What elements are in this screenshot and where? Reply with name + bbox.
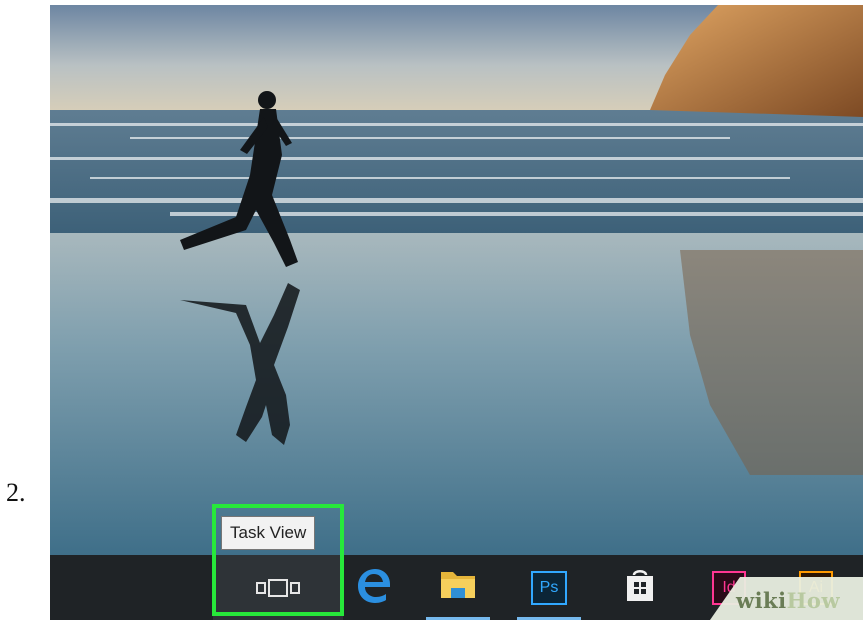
task-view-button[interactable] <box>213 555 343 620</box>
task-view-tooltip: Task View <box>221 516 316 550</box>
task-view-icon <box>256 578 300 598</box>
edge-icon <box>356 567 392 608</box>
step-number: 2. <box>6 478 26 507</box>
store-icon <box>624 567 656 608</box>
wikihow-watermark: wikiHow <box>736 588 840 613</box>
edge-button[interactable] <box>343 555 405 620</box>
watermark-part1: wiki <box>736 588 787 613</box>
folder-icon <box>438 568 478 607</box>
file-explorer-button[interactable] <box>420 555 496 620</box>
watermark-part2: How <box>786 588 841 613</box>
photoshop-icon: Ps <box>531 570 567 605</box>
store-button[interactable] <box>602 555 678 620</box>
photoshop-button[interactable]: Ps <box>511 555 587 620</box>
desktop-wallpaper <box>50 5 863 555</box>
desktop-screen: Ps Id Ai <box>50 5 863 620</box>
